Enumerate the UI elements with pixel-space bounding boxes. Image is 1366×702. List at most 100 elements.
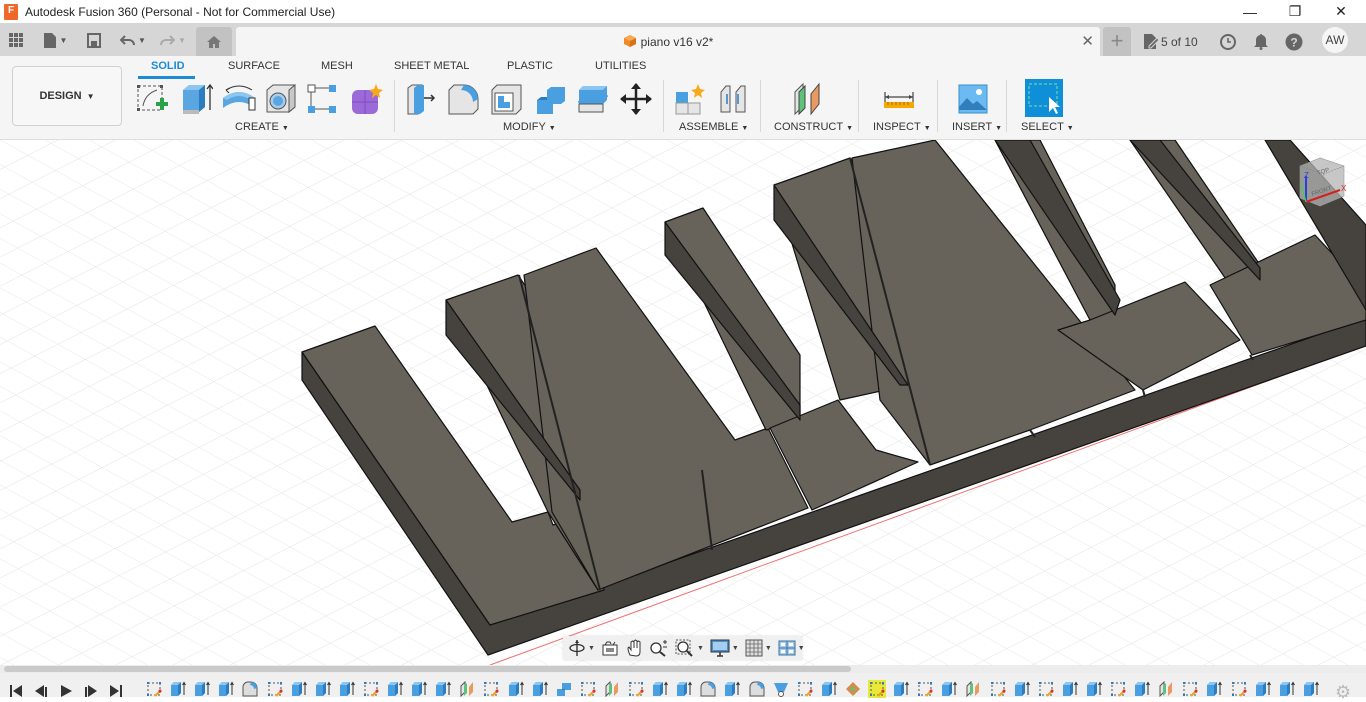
shell-button[interactable] [489,81,525,117]
create-sketch-button[interactable] [134,81,170,117]
user-avatar[interactable]: AW [1322,27,1348,53]
timeline-feature-plane[interactable] [964,680,982,698]
home-tab[interactable] [196,27,232,56]
timeline-feature-extrude[interactable] [314,680,332,698]
maximize-button[interactable]: ❐ [1272,0,1318,23]
tab-mesh[interactable]: MESH [321,60,353,72]
timeline-feature-extrude[interactable] [892,680,910,698]
create-form-button[interactable] [348,81,384,117]
document-tab[interactable]: piano v16 v2* ✕ [236,27,1100,56]
step-back-button[interactable] [33,684,49,698]
timeline-feature-sketch[interactable] [916,680,934,698]
timeline-feature-sketch[interactable] [989,680,1007,698]
combine-button[interactable] [532,81,568,117]
step-forward-button[interactable] [83,684,99,698]
timeline-feature-sketch[interactable] [266,680,284,698]
orbit-button[interactable]: ▼ [568,639,595,657]
select-menu[interactable]: SELECT ▼ [1021,121,1074,133]
press-pull-button[interactable] [403,81,439,117]
pan-button[interactable] [625,639,643,657]
timeline-feature-sketch[interactable] [482,680,500,698]
pattern-button[interactable] [304,81,340,117]
timeline-feature-sketch[interactable] [1181,680,1199,698]
fillet-button[interactable] [446,81,482,117]
split-body-button[interactable] [575,81,611,117]
new-component-button[interactable] [672,81,708,117]
timeline-feature-extrude[interactable] [1278,680,1296,698]
display-settings-button[interactable]: ▼ [710,639,739,657]
timeline-feature-extrude[interactable] [1061,680,1079,698]
assemble-menu[interactable]: ASSEMBLE ▼ [679,121,748,133]
move-copy-button[interactable] [618,81,654,117]
insert-menu[interactable]: INSERT ▼ [952,121,1002,133]
zoom-window-button[interactable]: ▼ [675,639,704,657]
go-to-start-button[interactable] [8,684,24,698]
inspect-menu[interactable]: INSPECT ▼ [873,121,931,133]
timeline-feature-combine[interactable] [555,680,573,698]
timeline-feature-sketch[interactable] [1109,680,1127,698]
timeline-feature-extrude[interactable] [675,680,693,698]
timeline-feature-sketch[interactable] [362,680,380,698]
zoom-button[interactable] [649,639,669,657]
timeline-feature-appearance[interactable] [844,680,862,698]
extrude-button[interactable] [178,81,214,117]
timeline-feature-extrude[interactable] [1013,680,1031,698]
versions-button[interactable]: 5 of 10 [1143,27,1198,56]
offset-plane-button[interactable] [791,81,827,117]
timeline-feature-extrude[interactable] [723,680,741,698]
timeline-feature-sketch[interactable] [145,680,163,698]
timeline-feature-extrude[interactable] [386,680,404,698]
timeline-feature-sketch[interactable] [579,680,597,698]
modify-menu[interactable]: MODIFY ▼ [503,121,556,133]
insert-canvas-button[interactable] [955,81,991,117]
timeline-feature-extrude[interactable] [1302,680,1320,698]
timeline-scrollbar-thumb[interactable] [4,666,851,672]
grid-snaps-button[interactable]: ▼ [745,639,772,657]
measure-button[interactable] [881,81,917,117]
tab-plastic[interactable]: PLASTIC [507,60,553,72]
notifications-button[interactable] [1254,27,1268,56]
timeline-feature-extrude[interactable] [1085,680,1103,698]
timeline-feature-sketch[interactable] [627,680,645,698]
timeline-feature-extrude[interactable] [531,680,549,698]
go-to-end-button[interactable] [108,684,124,698]
timeline-feature-fillet[interactable] [241,680,259,698]
timeline-feature-extrude[interactable] [1205,680,1223,698]
workspace-switcher[interactable]: DESIGN ▼ [12,66,122,126]
timeline-feature-sketch[interactable] [1037,680,1055,698]
timeline-feature-extrude[interactable] [434,680,452,698]
minimize-button[interactable]: — [1227,0,1273,23]
create-menu[interactable]: CREATE ▼ [235,121,289,133]
viewports-button[interactable]: ▼ [778,639,805,657]
tab-surface[interactable]: SURFACE [228,60,280,72]
revolve-button[interactable] [221,81,257,117]
timeline-feature-extrude[interactable] [651,680,669,698]
timeline-feature-fillet[interactable] [699,680,717,698]
model-canvas[interactable] [0,140,1366,665]
window-select-button[interactable] [1025,79,1063,117]
tab-utilities[interactable]: UTILITIES [595,60,646,72]
redo-button[interactable]: ▼ [158,28,188,52]
timeline-feature-sketch[interactable] [868,680,886,698]
timeline-feature-sketch[interactable] [796,680,814,698]
3d-viewport[interactable] [0,140,1366,665]
data-panel-button[interactable] [7,28,25,52]
job-status-button[interactable] [1219,27,1237,56]
tab-solid[interactable]: SOLID [151,60,185,72]
timeline-feature-extrude[interactable] [410,680,428,698]
look-at-button[interactable] [601,640,619,656]
timeline-feature-sketch[interactable] [1230,680,1248,698]
timeline-feature-extrude[interactable] [217,680,235,698]
file-menu-button[interactable]: ▼ [40,28,70,52]
timeline-feature-extrude[interactable] [193,680,211,698]
timeline-feature-extrude[interactable] [290,680,308,698]
timeline-feature-fillet[interactable] [748,680,766,698]
timeline-feature-extrude[interactable] [1254,680,1272,698]
play-button[interactable] [58,684,74,698]
timeline-feature-extrude[interactable] [1133,680,1151,698]
new-tab-button[interactable]: + [1103,27,1131,56]
timeline-feature-loft[interactable] [772,680,790,698]
close-window-button[interactable]: ✕ [1318,0,1364,23]
help-button[interactable]: ? [1285,27,1303,56]
joint-button[interactable] [715,81,751,117]
